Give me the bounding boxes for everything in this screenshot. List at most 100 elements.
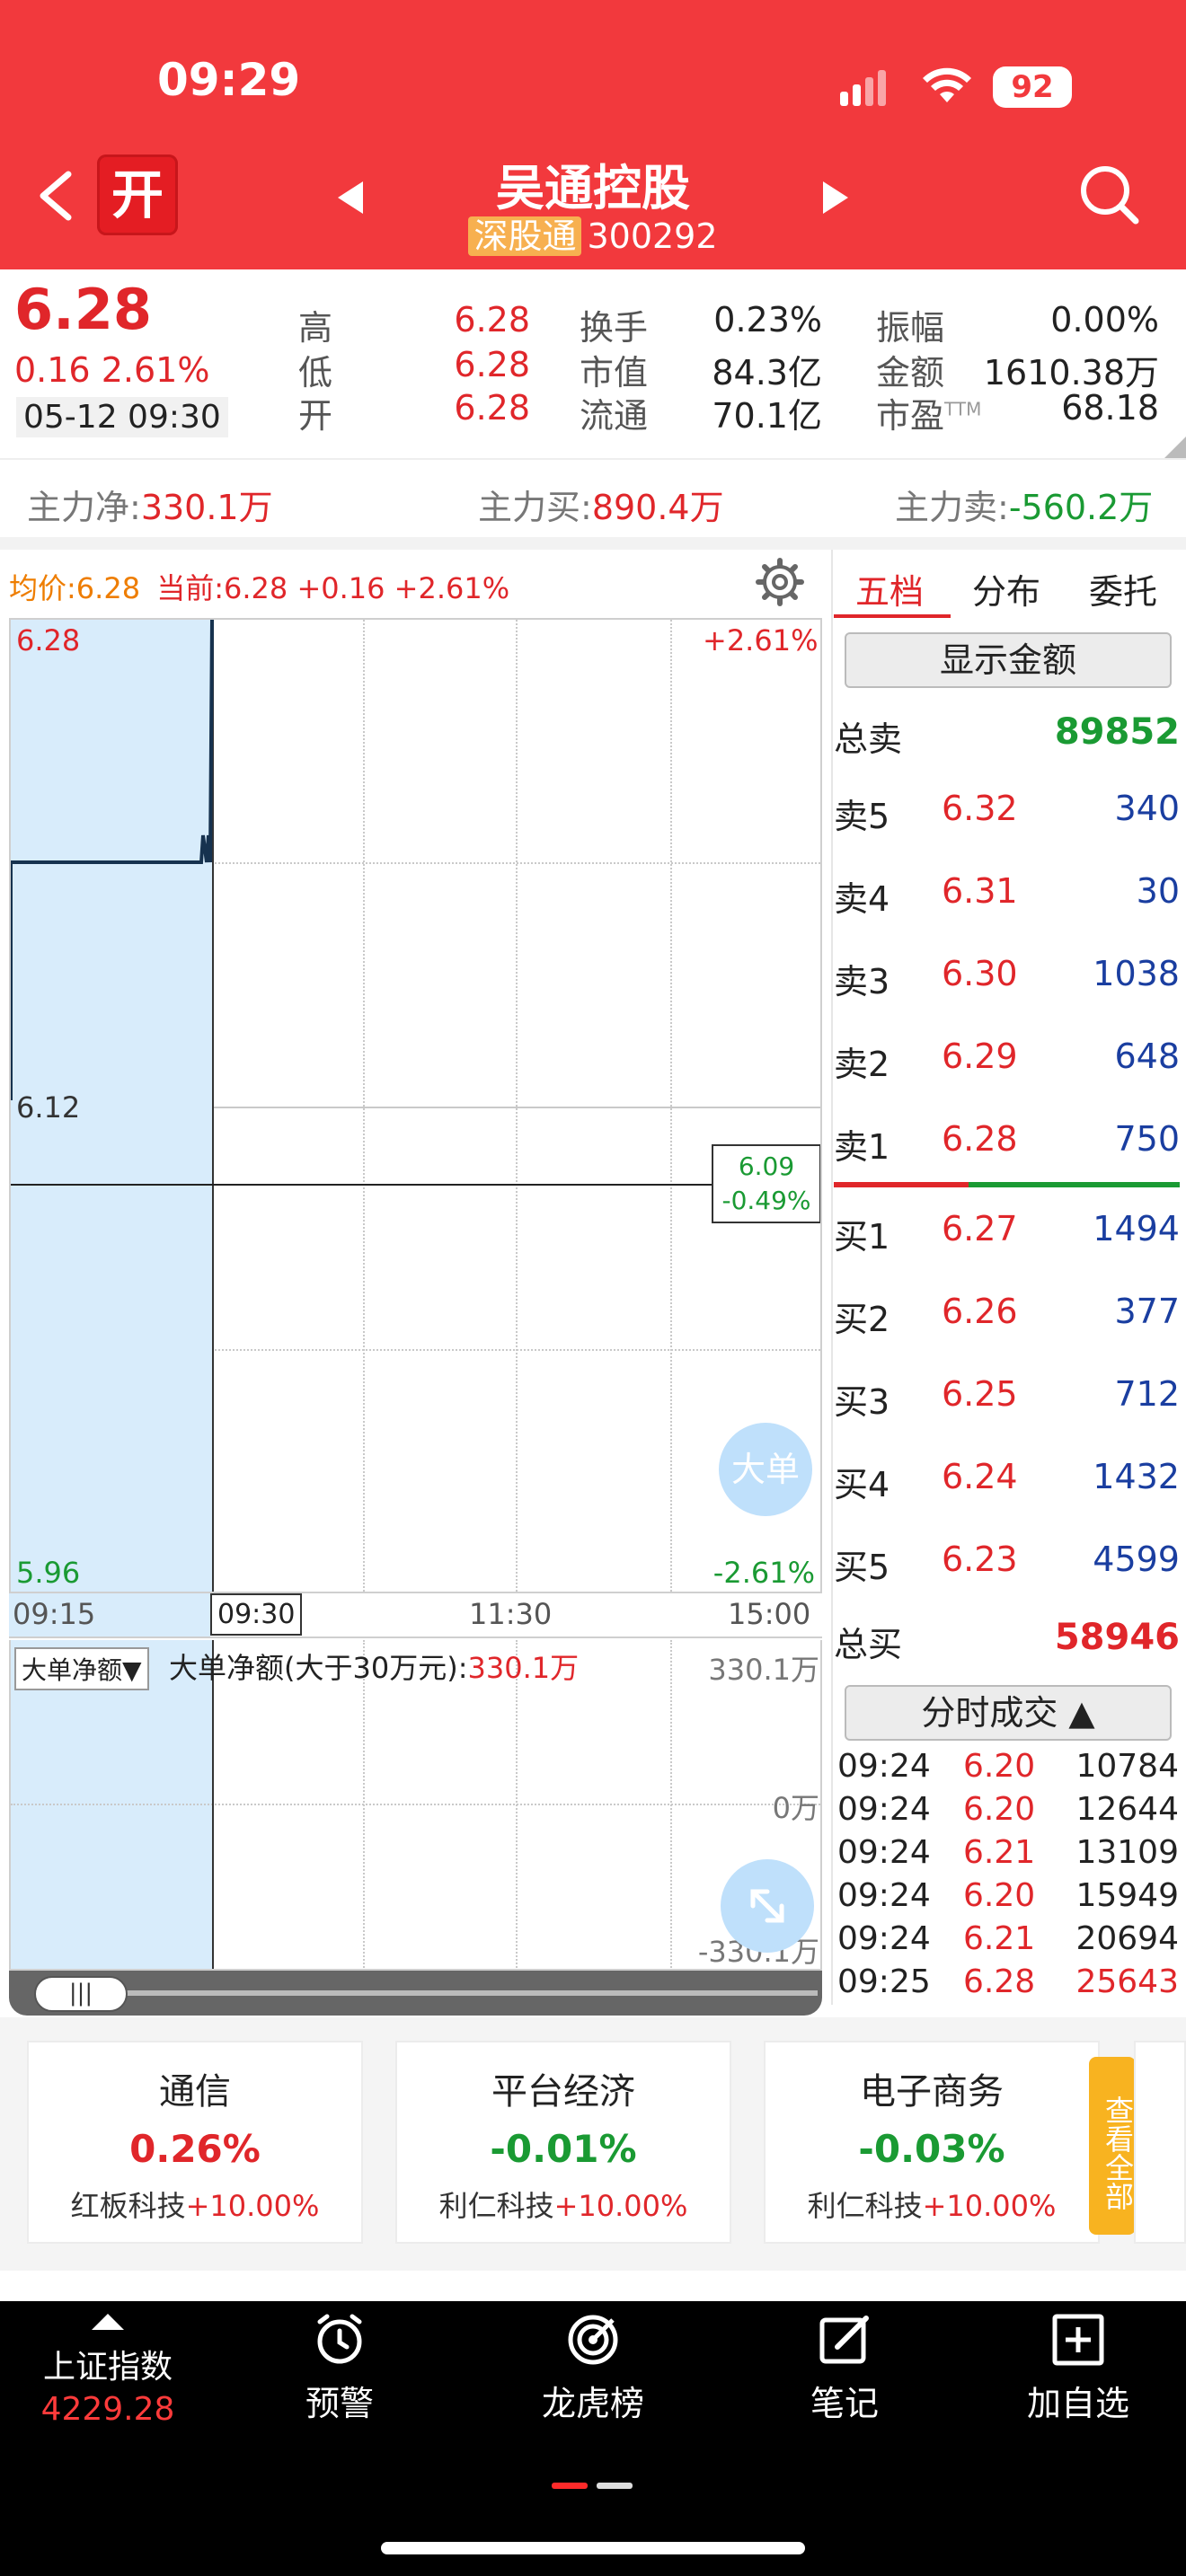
stat-value-pe: 68.18 bbox=[1061, 388, 1159, 428]
nav-notes-label: 笔记 bbox=[810, 2384, 879, 2423]
stock-detail-screen: 09:29 92 开 吴通控股 深股通 300292 6.28 0.16 2.61… bbox=[0, 0, 1186, 2576]
crosshair-tooltip: 6.09 -0.49% bbox=[712, 1144, 820, 1223]
sell-row[interactable]: 卖5 6.32 340 bbox=[834, 789, 1180, 842]
sector-card[interactable]: 通信 0.26% 红板科技+10.00% bbox=[27, 2041, 363, 2244]
sell-row[interactable]: 卖3 6.30 1038 bbox=[834, 954, 1180, 1008]
y-label-top: 6.28 bbox=[16, 623, 81, 657]
scrollbar-track bbox=[99, 1990, 818, 1996]
pct-label-bot: -2.61% bbox=[712, 1556, 815, 1590]
ticks-toggle-button[interactable]: 分时成交 ▲ bbox=[845, 1685, 1172, 1741]
big-order-button[interactable]: 大单 bbox=[719, 1423, 812, 1516]
grid-v bbox=[516, 1640, 518, 1969]
settings-gear-icon[interactable] bbox=[755, 557, 805, 611]
timeline-scrollbar[interactable]: ||| bbox=[9, 1971, 822, 2016]
index-name: 上证指数 bbox=[42, 2349, 173, 2386]
nav-alert-label: 预警 bbox=[305, 2384, 374, 2423]
tab-orders[interactable]: 委托 bbox=[1089, 564, 1157, 613]
nav-add-watchlist[interactable]: 加自选 bbox=[988, 2313, 1168, 2425]
active-tab-underline bbox=[834, 614, 951, 618]
stat-label-amplitude: 振幅 bbox=[876, 308, 945, 348]
next-card-peek bbox=[1134, 2041, 1186, 2244]
nav-add-watchlist-label: 加自选 bbox=[1026, 2384, 1129, 2423]
buy-row[interactable]: 买1 6.27 1494 bbox=[834, 1209, 1180, 1263]
capital-sell: 主力卖:-560.2万 bbox=[895, 488, 1154, 527]
sector-pct: 0.26% bbox=[129, 2127, 261, 2171]
sell-row[interactable]: 卖2 6.29 648 bbox=[834, 1037, 1180, 1090]
y-label-mid: 6.12 bbox=[16, 1090, 81, 1125]
expand-corner-icon[interactable] bbox=[1164, 437, 1186, 458]
x-label-1500: 15:00 bbox=[728, 1597, 811, 1631]
price-change: 0.16 2.61% bbox=[14, 350, 209, 390]
sell-row[interactable]: 卖4 6.31 30 bbox=[834, 871, 1180, 925]
price-line bbox=[11, 620, 214, 1100]
page-indicator bbox=[597, 2483, 633, 2489]
change-pct: 2.61% bbox=[101, 350, 210, 390]
stat-value-amount: 1610.38万 bbox=[983, 353, 1159, 393]
nav-alert[interactable]: 预警 bbox=[250, 2313, 429, 2425]
sector-card[interactable]: 平台经济 -0.01% 利仁科技+10.00% bbox=[395, 2041, 731, 2244]
battery-indicator: 92 bbox=[993, 66, 1072, 108]
x-axis: 09:15 09:30 11:30 15:00 bbox=[9, 1593, 822, 1638]
avg-current-line: 均价:6.28 当前:6.28 +0.16 +2.61% bbox=[9, 571, 510, 605]
session-start-line-lower bbox=[212, 1640, 214, 1969]
stat-label-turnover: 换手 bbox=[580, 308, 649, 348]
tab-five-levels[interactable]: 五档 bbox=[855, 564, 924, 613]
x-label-1130: 11:30 bbox=[469, 1597, 553, 1631]
tick-row: 09:24 6.20 12644 bbox=[837, 1791, 1179, 1828]
stat-label-amount: 金额 bbox=[876, 353, 945, 393]
intraday-chart[interactable]: 6.28 6.12 5.96 +2.61% -2.61% 6.09 -0.49%… bbox=[9, 618, 822, 1593]
fullscreen-expand-icon[interactable] bbox=[721, 1859, 814, 1953]
divider bbox=[0, 458, 1186, 460]
nav-notes[interactable]: 笔记 bbox=[755, 2313, 934, 2425]
sector-leader: 红板科技+10.00% bbox=[70, 2189, 320, 2223]
current-price: 6.28 bbox=[14, 277, 152, 342]
target-icon bbox=[568, 2315, 618, 2365]
indicator-selector[interactable]: 大单净额▼ bbox=[14, 1647, 149, 1690]
sector-pct: -0.01% bbox=[490, 2127, 637, 2171]
stat-label-float: 流通 bbox=[580, 396, 649, 436]
tooltip-price: 6.09 bbox=[738, 1151, 795, 1181]
capital-net: 主力净:330.1万 bbox=[27, 488, 273, 527]
sell-row[interactable]: 卖1 6.28 750 bbox=[834, 1119, 1180, 1173]
nav-dragon-tiger-label: 龙虎榜 bbox=[541, 2384, 644, 2423]
tab-distribution[interactable]: 分布 bbox=[972, 564, 1040, 613]
total-sell-row: 总卖 89852 bbox=[834, 711, 1180, 765]
up-caret-icon bbox=[92, 2314, 124, 2330]
index-ticker[interactable]: 上证指数 4229.28 bbox=[27, 2312, 189, 2428]
total-buy-value: 58946 bbox=[1054, 1617, 1180, 1658]
capital-sell-value: -560.2万 bbox=[1008, 488, 1154, 527]
lower-y-mid: 0万 bbox=[772, 1791, 819, 1825]
sector-leader: 利仁科技+10.00% bbox=[807, 2189, 1057, 2223]
capital-buy-value: 890.4万 bbox=[591, 488, 724, 527]
tick-row: 09:24 6.21 13109 bbox=[837, 1834, 1179, 1871]
stat-value-mktcap: 84.3亿 bbox=[712, 353, 822, 393]
next-stock-icon[interactable] bbox=[819, 180, 852, 219]
see-all-button[interactable]: 查看全部 bbox=[1089, 2057, 1136, 2235]
tick-row: 09:24 6.21 20694 bbox=[837, 1920, 1179, 1957]
crosshair-h bbox=[11, 1184, 712, 1186]
total-sell-value: 89852 bbox=[1054, 711, 1180, 753]
stat-label-mktcap: 市值 bbox=[580, 353, 649, 393]
stock-code: 300292 bbox=[587, 216, 718, 256]
show-amount-button[interactable]: 显示金额 bbox=[845, 632, 1172, 688]
pe-sup: TTM bbox=[944, 398, 982, 420]
sector-name: 平台经济 bbox=[491, 2071, 635, 2113]
big-order-value: 330.1万 bbox=[467, 1651, 580, 1685]
sector-card[interactable]: 电子商务 -0.03% 利仁科技+10.00% bbox=[764, 2041, 1100, 2244]
search-icon[interactable] bbox=[1078, 163, 1141, 230]
buy-row[interactable]: 买5 6.23 4599 bbox=[834, 1539, 1180, 1593]
stat-value-float: 70.1亿 bbox=[712, 396, 822, 436]
stat-label-pe: 市盈TTM bbox=[876, 396, 982, 436]
home-indicator bbox=[381, 2542, 805, 2554]
nav-dragon-tiger[interactable]: 龙虎榜 bbox=[503, 2313, 683, 2425]
x-label-0915: 09:15 bbox=[13, 1597, 96, 1631]
big-order-chart[interactable]: 大单净额▼ 大单净额(大于30万元):330.1万 330.1万 0万 -330… bbox=[9, 1640, 822, 1971]
buy-row[interactable]: 买4 6.24 1432 bbox=[834, 1457, 1180, 1511]
avg-price: 6.28 bbox=[75, 571, 141, 605]
buy-row[interactable]: 买3 6.25 712 bbox=[834, 1374, 1180, 1428]
scrollbar-handle[interactable]: ||| bbox=[34, 1976, 128, 2012]
big-order-label: 大单 bbox=[730, 1450, 800, 1489]
quote-datetime: 05-12 09:30 bbox=[16, 397, 228, 437]
buy-row[interactable]: 买2 6.26 377 bbox=[834, 1292, 1180, 1345]
sector-leader: 利仁科技+10.00% bbox=[438, 2189, 688, 2223]
